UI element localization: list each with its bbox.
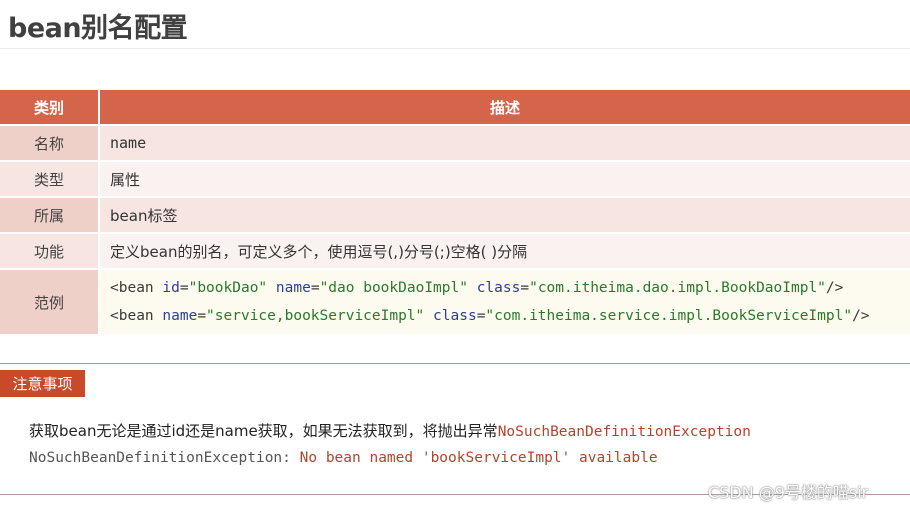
code-attr: class bbox=[433, 308, 477, 324]
code-string: "service,bookServiceImpl" bbox=[206, 308, 425, 324]
code-string: "bookDao" bbox=[188, 280, 268, 296]
row-label: 功能 bbox=[0, 234, 100, 268]
code-attr: id bbox=[162, 280, 180, 296]
row-value: 定义bean的别名，可定义多个，使用逗号(,)分号(;)空格( )分隔 bbox=[100, 234, 910, 268]
code-line-2: <bean name="service,bookServiceImpl" cla… bbox=[110, 308, 870, 324]
page-title: bean别名配置 bbox=[8, 13, 188, 44]
notice-text: 获取bean无论是通过id还是name获取，如果无法获取到，将抛出异常NoSuc… bbox=[29, 420, 751, 441]
config-table: 类别 描述 名称 name 类型 属性 所属 bean标签 功能 定义bean的… bbox=[0, 90, 910, 336]
table-row: 功能 定义bean的别名，可定义多个，使用逗号(,)分号(;)空格( )分隔 bbox=[0, 234, 910, 270]
error-line: NoSuchBeanDefinitionException: No bean n… bbox=[29, 450, 658, 466]
code-attr: class bbox=[476, 280, 521, 296]
row-value: bean标签 bbox=[100, 198, 910, 232]
table-row: 类型 属性 bbox=[0, 162, 910, 198]
title-bar: bean别名配置 bbox=[0, 0, 910, 49]
code-tag-open: <bean bbox=[110, 308, 163, 324]
error-message: No bean named 'bookServiceImpl' availabl… bbox=[290, 450, 658, 466]
code-string: "dao bookDaoImpl" bbox=[319, 280, 468, 296]
header-category: 类别 bbox=[0, 90, 100, 124]
watermark: CSDN @9号楼的喵sir bbox=[708, 483, 869, 502]
header-description: 描述 bbox=[489, 98, 520, 117]
error-class: NoSuchBeanDefinitionException: bbox=[29, 450, 291, 466]
code-line-1: <bean id="bookDao" name="dao bookDaoImpl… bbox=[110, 280, 844, 296]
row-label: 名称 bbox=[0, 126, 100, 160]
row-label: 范例 bbox=[0, 270, 100, 334]
notice-label: 注意事项 bbox=[0, 370, 85, 397]
example-code: <bean id="bookDao" name="dao bookDaoImpl… bbox=[100, 270, 910, 334]
code-tag-close: /> bbox=[852, 308, 870, 324]
code-tag-close: /> bbox=[825, 280, 844, 296]
table-row: 名称 name bbox=[0, 126, 910, 162]
row-label: 类型 bbox=[0, 162, 100, 196]
code-string: "com.itheima.dao.impl.BookDaoImpl" bbox=[529, 280, 826, 296]
exception-name: NoSuchBeanDefinitionException bbox=[497, 424, 751, 440]
table-row: 所属 bean标签 bbox=[0, 198, 910, 234]
section-divider bbox=[0, 363, 910, 364]
code-string: "com.itheima.service.impl.BookServiceImp… bbox=[485, 308, 853, 324]
table-header: 类别 描述 bbox=[0, 90, 910, 126]
row-value: 属性 bbox=[100, 162, 910, 196]
row-value: name bbox=[100, 126, 910, 160]
code-attr: name bbox=[162, 308, 198, 324]
code-tag-open: <bean bbox=[110, 280, 163, 296]
row-label: 所属 bbox=[0, 198, 100, 232]
code-attr: name bbox=[275, 280, 311, 296]
notice-text-prefix: 获取bean无论是通过id还是name获取，如果无法获取到，将抛出异常 bbox=[29, 422, 498, 440]
table-row-example: 范例 <bean id="bookDao" name="dao bookDaoI… bbox=[0, 270, 910, 336]
